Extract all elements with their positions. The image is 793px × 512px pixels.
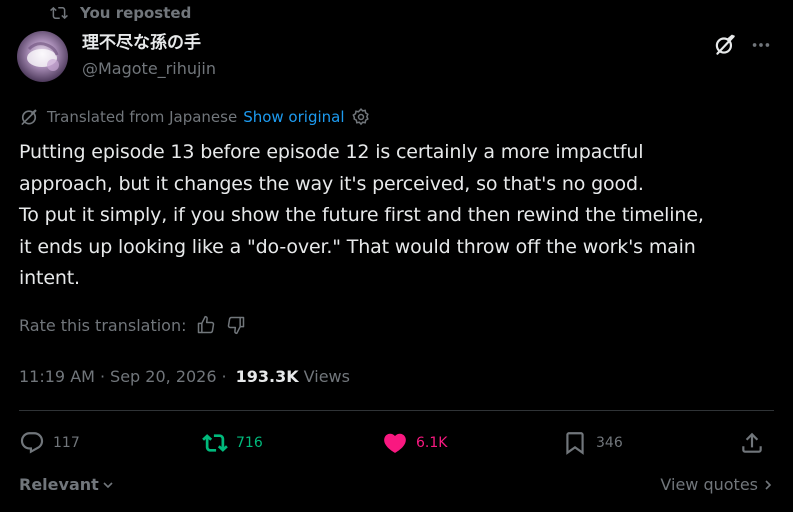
author-display-name[interactable]: 理不尽な孫の手 [82,32,216,54]
repost-label: You reposted [80,4,192,22]
bookmark-icon [566,432,584,455]
bookmark-count: 346 [596,435,623,451]
bookmark-button[interactable]: 346 [562,428,623,458]
tweet-line: approach, but it changes the way it's pe… [19,172,644,195]
thumbs-up-icon[interactable] [196,315,216,335]
retweet-icon [202,434,228,452]
repost-button[interactable]: 716 [202,428,263,458]
tweet-date[interactable]: Sep 20, 2026 [110,367,217,386]
repost-icon [50,6,68,20]
translation-bar: Translated from Japanese Show original [19,106,371,128]
avatar[interactable] [17,31,68,82]
views-label: Views [303,366,350,386]
gear-icon[interactable] [351,107,371,127]
like-button[interactable]: 6.1K [382,428,447,458]
translate-globe-icon [21,109,37,125]
tweet-meta: 11:19 AM · Sep 20, 2026 · 193.3K Views [19,365,350,387]
thumbs-down-icon[interactable] [226,315,246,335]
chevron-down-icon [103,481,113,488]
tweet-line: Putting episode 13 before episode 12 is … [19,141,644,163]
replies-footer: Relevant View quotes [19,475,774,497]
repost-count: 716 [236,435,263,451]
rate-translation: Rate this translation: [19,314,246,336]
repost-indicator: You reposted [50,3,191,23]
meta-separator: · [221,366,227,386]
chevron-right-icon [765,479,772,490]
views-count: 193.3K [235,366,299,386]
tweet-text: Putting episode 13 before episode 12 is … [19,137,779,295]
grok-icon[interactable] [712,32,738,58]
translation-label: Translated from Japanese [47,108,238,126]
reply-icon [20,432,44,454]
more-icon[interactable] [750,34,772,56]
divider [19,410,774,411]
reply-button[interactable]: 117 [19,428,80,458]
tweet-line: it ends up looking like a "do-over." Tha… [19,235,696,258]
author-handle[interactable]: @Magote_rihujin [82,58,216,80]
tweet-time[interactable]: 11:19 AM [19,367,95,386]
meta-separator: · [99,366,106,386]
tweet-line: intent. [19,267,80,289]
rate-label: Rate this translation: [19,315,187,335]
view-quotes-link[interactable]: View quotes [660,475,774,494]
show-original-link[interactable]: Show original [243,108,344,126]
heart-icon [384,433,406,453]
sort-label: Relevant [19,475,99,494]
reply-count: 117 [53,435,80,451]
action-bar: 117 716 6.1K 346 [19,428,774,458]
tweet-line: To put it simply, if you show the future… [19,204,704,226]
view-quotes-label: View quotes [660,475,758,494]
share-button[interactable] [739,428,773,458]
share-icon [742,432,762,453]
sort-replies-dropdown[interactable]: Relevant [19,475,114,494]
like-count: 6.1K [416,435,448,451]
